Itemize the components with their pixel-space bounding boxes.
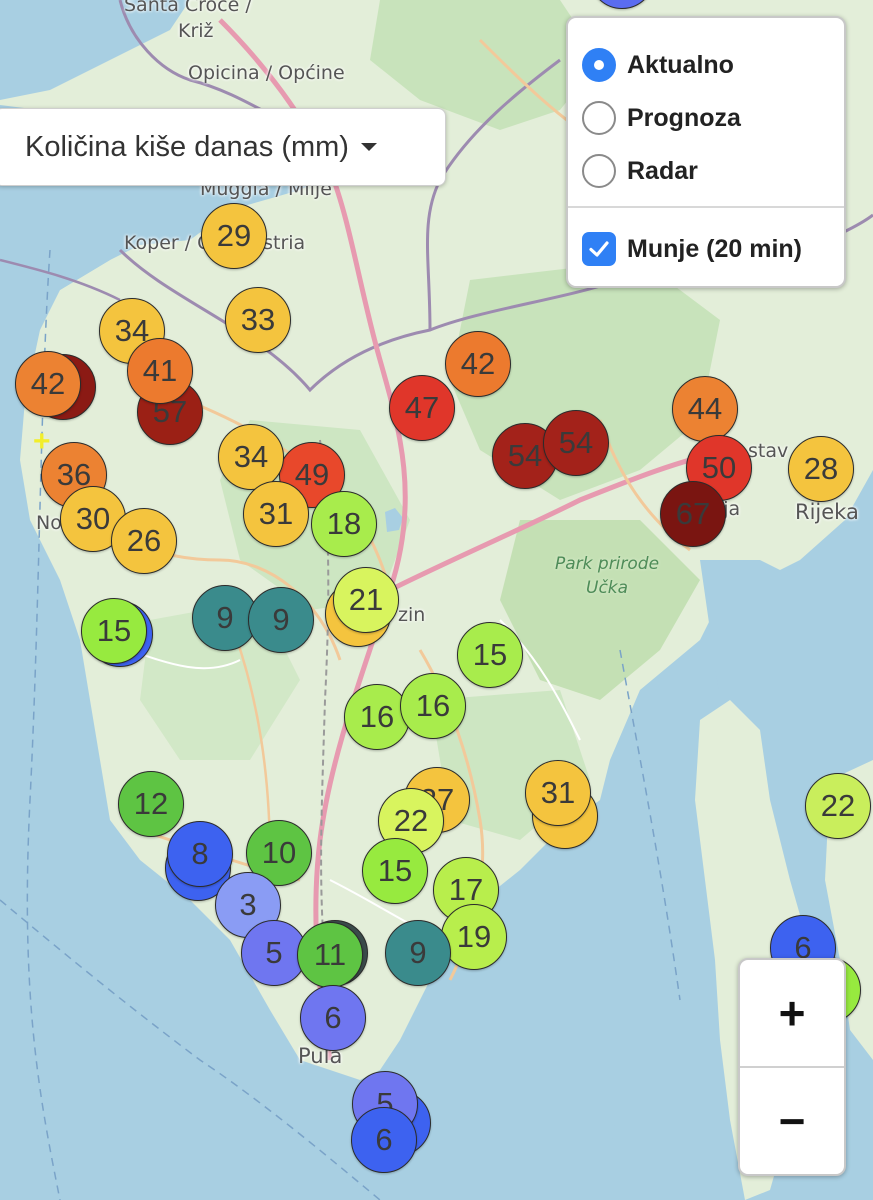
- station-marker[interactable]: 42: [15, 351, 81, 417]
- place-label-novigrad: No: [36, 512, 62, 534]
- dropdown-label: Količina kiše danas (mm): [25, 130, 349, 163]
- station-marker[interactable]: 21: [333, 567, 399, 633]
- station-marker[interactable]: 16: [400, 673, 466, 739]
- check-icon: [589, 241, 609, 257]
- radio-icon[interactable]: [582, 101, 616, 135]
- place-label-kastav: stav: [748, 440, 789, 462]
- station-marker[interactable]: 12: [118, 771, 184, 837]
- radio-icon[interactable]: [582, 154, 616, 188]
- station-marker[interactable]: 16: [344, 684, 410, 750]
- radio-selected-icon[interactable]: [582, 48, 616, 82]
- station-marker[interactable]: 47: [389, 375, 455, 441]
- measure-dropdown[interactable]: Količina kiše danas (mm): [0, 108, 446, 186]
- layer-option-label: Aktualno: [627, 50, 734, 79]
- station-marker[interactable]: 15: [81, 598, 147, 664]
- station-marker[interactable]: 18: [311, 491, 377, 557]
- station-marker[interactable]: 42: [445, 331, 511, 397]
- place-label-santa-croce: Santa Croce /: [124, 0, 252, 16]
- park-label-line2: Učka: [586, 578, 629, 598]
- station-marker[interactable]: 41: [127, 338, 193, 404]
- layer-option-label: Prognoza: [627, 103, 741, 132]
- chevron-down-icon: [360, 143, 377, 151]
- station-marker[interactable]: 19: [441, 904, 507, 970]
- station-marker[interactable]: 67: [660, 481, 726, 547]
- layer-separator: [568, 206, 844, 208]
- station-marker[interactable]: 9: [248, 587, 314, 653]
- place-label-opcina: Opicina / Općine: [188, 62, 345, 84]
- zoom-out-button[interactable]: −: [740, 1068, 844, 1174]
- place-label-kriz: Križ: [178, 20, 214, 42]
- station-marker[interactable]: 26: [111, 508, 177, 574]
- layer-overlay-munje[interactable]: Munje (20 min): [582, 232, 802, 266]
- station-marker[interactable]: 15: [457, 622, 523, 688]
- zoom-in-button[interactable]: +: [740, 960, 844, 1066]
- station-marker[interactable]: 11: [297, 922, 363, 988]
- zoom-control: + −: [738, 958, 846, 1176]
- layer-option-label: Radar: [627, 156, 698, 185]
- park-label-ucka: Park prirode Učka: [555, 552, 659, 600]
- station-marker[interactable]: 31: [243, 481, 309, 547]
- station-marker[interactable]: 8: [167, 821, 233, 887]
- station-marker[interactable]: 29: [201, 203, 267, 269]
- layer-overlay-label: Munje (20 min): [627, 234, 803, 263]
- checkbox-checked-icon[interactable]: [582, 232, 616, 266]
- layer-option-aktualno[interactable]: Aktualno: [582, 48, 734, 82]
- station-marker[interactable]: 9: [385, 920, 451, 986]
- place-label-pazin: zin: [398, 604, 426, 626]
- station-marker[interactable]: 54: [543, 410, 609, 476]
- station-marker[interactable]: 6: [300, 985, 366, 1051]
- station-marker[interactable]: 22: [805, 773, 871, 839]
- park-label-line1: Park prirode: [555, 554, 660, 574]
- station-marker[interactable]: 33: [225, 287, 291, 353]
- layer-control: Aktualno Prognoza Radar Munje (20 min): [566, 16, 846, 288]
- station-marker[interactable]: 31: [525, 760, 591, 826]
- station-marker[interactable]: 44: [672, 376, 738, 442]
- layer-option-radar[interactable]: Radar: [582, 154, 698, 188]
- place-label-rijeka: Rijeka: [795, 500, 859, 524]
- station-marker[interactable]: 28: [788, 436, 854, 502]
- station-marker[interactable]: 6: [351, 1107, 417, 1173]
- station-marker[interactable]: 15: [362, 838, 428, 904]
- layer-option-prognoza[interactable]: Prognoza: [582, 101, 741, 135]
